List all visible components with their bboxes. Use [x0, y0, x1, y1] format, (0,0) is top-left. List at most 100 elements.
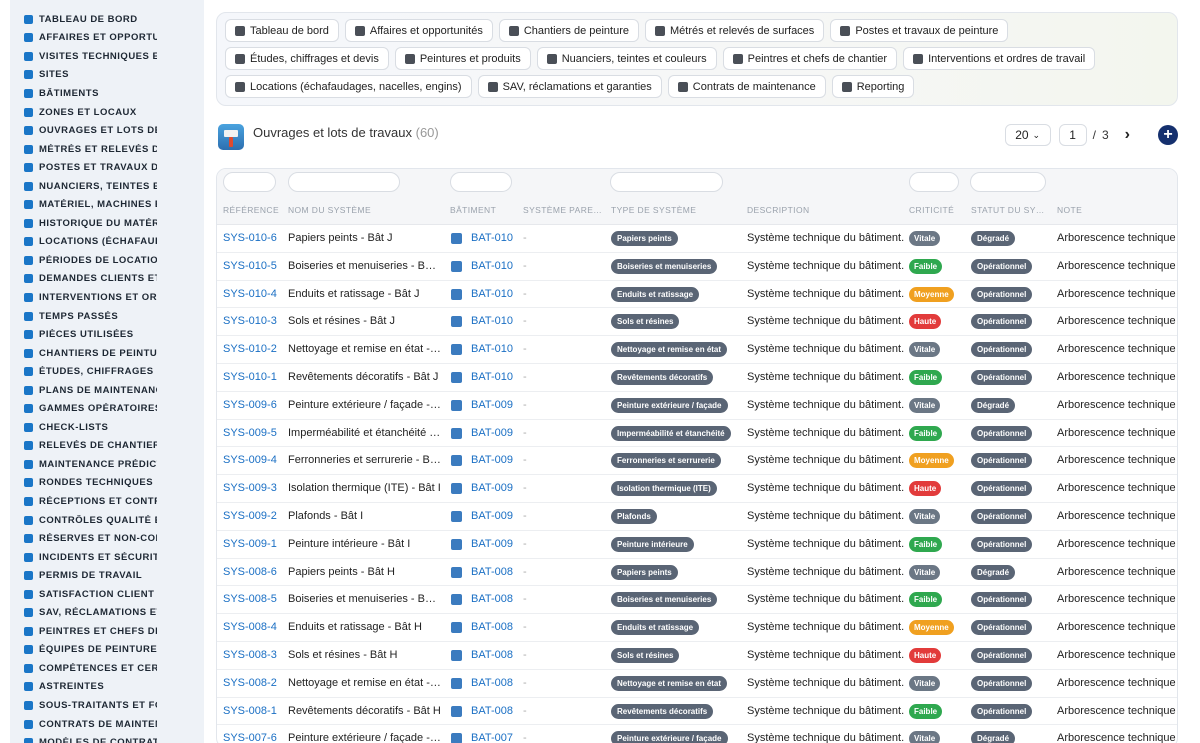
sidebar-item[interactable]: TABLEAU DE BORD: [10, 10, 204, 29]
building-link[interactable]: BAT-010: [471, 288, 513, 300]
table-row[interactable]: SYS-008-3 Sols et résines - Bât H BAT-008-…: [217, 642, 1177, 670]
building-link[interactable]: BAT-008: [471, 566, 513, 578]
building-link[interactable]: BAT-008: [471, 593, 513, 605]
building-link[interactable]: BAT-008: [471, 705, 513, 717]
table-row[interactable]: SYS-010-4 Enduits et ratissage - Bât J BAT…: [217, 281, 1177, 309]
sidebar-item[interactable]: RELEVÉS DE CHANTIER: [10, 437, 204, 456]
sidebar-item[interactable]: ÉQUIPES DE PEINTURE: [10, 641, 204, 660]
sidebar-item[interactable]: INTERVENTIONS ET ORDRES: [10, 288, 204, 307]
building-link[interactable]: BAT-009: [471, 454, 513, 466]
sidebar-item[interactable]: CHECK-LISTS: [10, 418, 204, 437]
sidebar-item[interactable]: ASTREINTES: [10, 678, 204, 697]
sidebar-item[interactable]: GAMMES OPÉRATOIRES: [10, 399, 204, 418]
nav-chip[interactable]: Locations (échafaudages, nacelles, engin…: [225, 75, 472, 98]
filter-type-input[interactable]: [610, 172, 723, 192]
reference-link[interactable]: SYS-008-6: [223, 566, 277, 578]
table-row[interactable]: SYS-008-2 Nettoyage et remise en état - ……: [217, 670, 1177, 698]
table-row[interactable]: SYS-009-6 Peinture extérieure / façade - …: [217, 392, 1177, 420]
reference-link[interactable]: SYS-010-2: [223, 343, 277, 355]
filter-status-input[interactable]: [970, 172, 1046, 192]
column-header[interactable]: DESCRIPTION: [747, 205, 810, 215]
building-link[interactable]: BAT-010: [471, 315, 513, 327]
sidebar-item[interactable]: SITES: [10, 66, 204, 85]
nav-chip[interactable]: Affaires et opportunités: [344, 19, 493, 42]
nav-chip[interactable]: Tableau de bord: [225, 19, 339, 42]
table-row[interactable]: SYS-008-6 Papiers peints - Bât H BAT-008- P…: [217, 559, 1177, 587]
sidebar-item[interactable]: RÉCEPTIONS ET CONTRÔLES: [10, 492, 204, 511]
reference-link[interactable]: SYS-009-4: [223, 454, 277, 466]
reference-link[interactable]: SYS-010-3: [223, 315, 277, 327]
sidebar-item[interactable]: MODÈLES DE CONTRATS: [10, 733, 204, 743]
reference-link[interactable]: SYS-007-6: [223, 732, 277, 743]
reference-link[interactable]: SYS-009-2: [223, 510, 277, 522]
sidebar-item[interactable]: INCIDENTS ET SÉCURITÉ: [10, 548, 204, 567]
reference-link[interactable]: SYS-010-4: [223, 288, 277, 300]
sidebar-item[interactable]: PEINTRES ET CHEFS DE C: [10, 622, 204, 641]
sidebar-item[interactable]: OUVRAGES ET LOTS DE TRAVAUX: [10, 121, 204, 140]
table-row[interactable]: SYS-008-1 Revêtements décoratifs - Bât H B…: [217, 698, 1177, 726]
nav-chip[interactable]: Reporting: [831, 75, 915, 98]
building-link[interactable]: BAT-009: [471, 510, 513, 522]
nav-chip[interactable]: SAV, réclamations et garanties: [477, 75, 662, 98]
column-header[interactable]: TYPE DE SYSTÈME: [611, 205, 696, 215]
nav-chip[interactable]: Études, chiffrages et devis: [225, 47, 389, 70]
sidebar-item[interactable]: TEMPS PASSÉS: [10, 307, 204, 326]
reference-link[interactable]: SYS-008-5: [223, 593, 277, 605]
building-link[interactable]: BAT-008: [471, 677, 513, 689]
nav-chip[interactable]: Nuanciers, teintes et couleurs: [536, 47, 717, 70]
column-header[interactable]: RÉFÉRENCE: [223, 205, 279, 215]
building-link[interactable]: BAT-009: [471, 482, 513, 494]
sidebar-item[interactable]: VISITES TECHNIQUES ET: [10, 47, 204, 66]
page-size-select[interactable]: 20 ⌄: [1004, 124, 1051, 146]
reference-link[interactable]: SYS-008-3: [223, 649, 277, 661]
reference-link[interactable]: SYS-009-5: [223, 427, 277, 439]
table-row[interactable]: SYS-008-4 Enduits et ratissage - Bât H BAT…: [217, 614, 1177, 642]
sidebar-item[interactable]: MÉTRÉS ET RELEVÉS DE: [10, 140, 204, 159]
sidebar-item[interactable]: SATISFACTION CLIENT: [10, 585, 204, 604]
sidebar-item[interactable]: POSTES ET TRAVAUX DE: [10, 158, 204, 177]
building-link[interactable]: BAT-008: [471, 649, 513, 661]
sidebar-item[interactable]: PLANS DE MAINTENANCE: [10, 381, 204, 400]
building-link[interactable]: BAT-010: [471, 343, 513, 355]
sidebar-item[interactable]: AFFAIRES ET OPPORTUNITÉS: [10, 29, 204, 48]
sidebar-item[interactable]: CONTRATS DE MAINTENANCE: [10, 715, 204, 734]
sidebar-item[interactable]: RONDES TECHNIQUES: [10, 474, 204, 493]
nav-chip[interactable]: Chantiers de peinture: [498, 19, 640, 42]
column-header[interactable]: SYSTÈME PARE…: [523, 205, 603, 215]
building-link[interactable]: BAT-009: [471, 427, 513, 439]
reference-link[interactable]: SYS-008-4: [223, 621, 277, 633]
filter-criticality-input[interactable]: [909, 172, 959, 192]
building-link[interactable]: BAT-008: [471, 621, 513, 633]
sidebar-item[interactable]: LOCATIONS (ÉCHAFAUDAGES: [10, 233, 204, 252]
reference-link[interactable]: SYS-009-1: [223, 538, 277, 550]
nav-chip[interactable]: Postes et travaux de peinture: [830, 19, 1009, 42]
column-header[interactable]: CRITICITÉ: [909, 205, 954, 215]
sidebar-item[interactable]: SOUS-TRAITANTS ET FOURNISSEURS: [10, 696, 204, 715]
sidebar-item[interactable]: MAINTENANCE PRÉDICTIVE: [10, 455, 204, 474]
current-page-input[interactable]: 1: [1058, 124, 1087, 146]
building-link[interactable]: BAT-010: [471, 232, 513, 244]
reference-link[interactable]: SYS-008-2: [223, 677, 277, 689]
reference-link[interactable]: SYS-010-6: [223, 232, 277, 244]
filter-name-input[interactable]: [288, 172, 400, 192]
table-row[interactable]: SYS-010-2 Nettoyage et remise en état - ……: [217, 336, 1177, 364]
table-row[interactable]: SYS-009-5 Imperméabilité et étanchéité -……: [217, 420, 1177, 448]
nav-chip[interactable]: Peintures et produits: [394, 47, 531, 70]
next-page-icon[interactable]: ›: [1125, 126, 1130, 144]
column-header[interactable]: NOTE: [1057, 205, 1082, 215]
reference-link[interactable]: SYS-009-3: [223, 482, 277, 494]
reference-link[interactable]: SYS-010-5: [223, 260, 277, 272]
sidebar-item[interactable]: ZONES ET LOCAUX: [10, 103, 204, 122]
table-row[interactable]: SYS-009-1 Peinture intérieure - Bât I BAT-…: [217, 531, 1177, 559]
filter-reference-input[interactable]: [223, 172, 276, 192]
table-row[interactable]: SYS-009-2 Plafonds - Bât I BAT-009- Plafond…: [217, 503, 1177, 531]
sidebar-item[interactable]: PIÈCES UTILISÉES: [10, 325, 204, 344]
building-link[interactable]: BAT-010: [471, 260, 513, 272]
sidebar-item[interactable]: RÉSERVES ET NON-CONFORMITÉS: [10, 529, 204, 548]
nav-chip[interactable]: Peintres et chefs de chantier: [722, 47, 898, 70]
sidebar-item[interactable]: SAV, RÉCLAMATIONS ET G: [10, 604, 204, 623]
sidebar-item[interactable]: HISTORIQUE DU MATÉRIEL: [10, 214, 204, 233]
filter-building-input[interactable]: [450, 172, 512, 192]
table-row[interactable]: SYS-010-1 Revêtements décoratifs - Bât J B…: [217, 364, 1177, 392]
sidebar-item[interactable]: CONTRÔLES QUALITÉ ET: [10, 511, 204, 530]
